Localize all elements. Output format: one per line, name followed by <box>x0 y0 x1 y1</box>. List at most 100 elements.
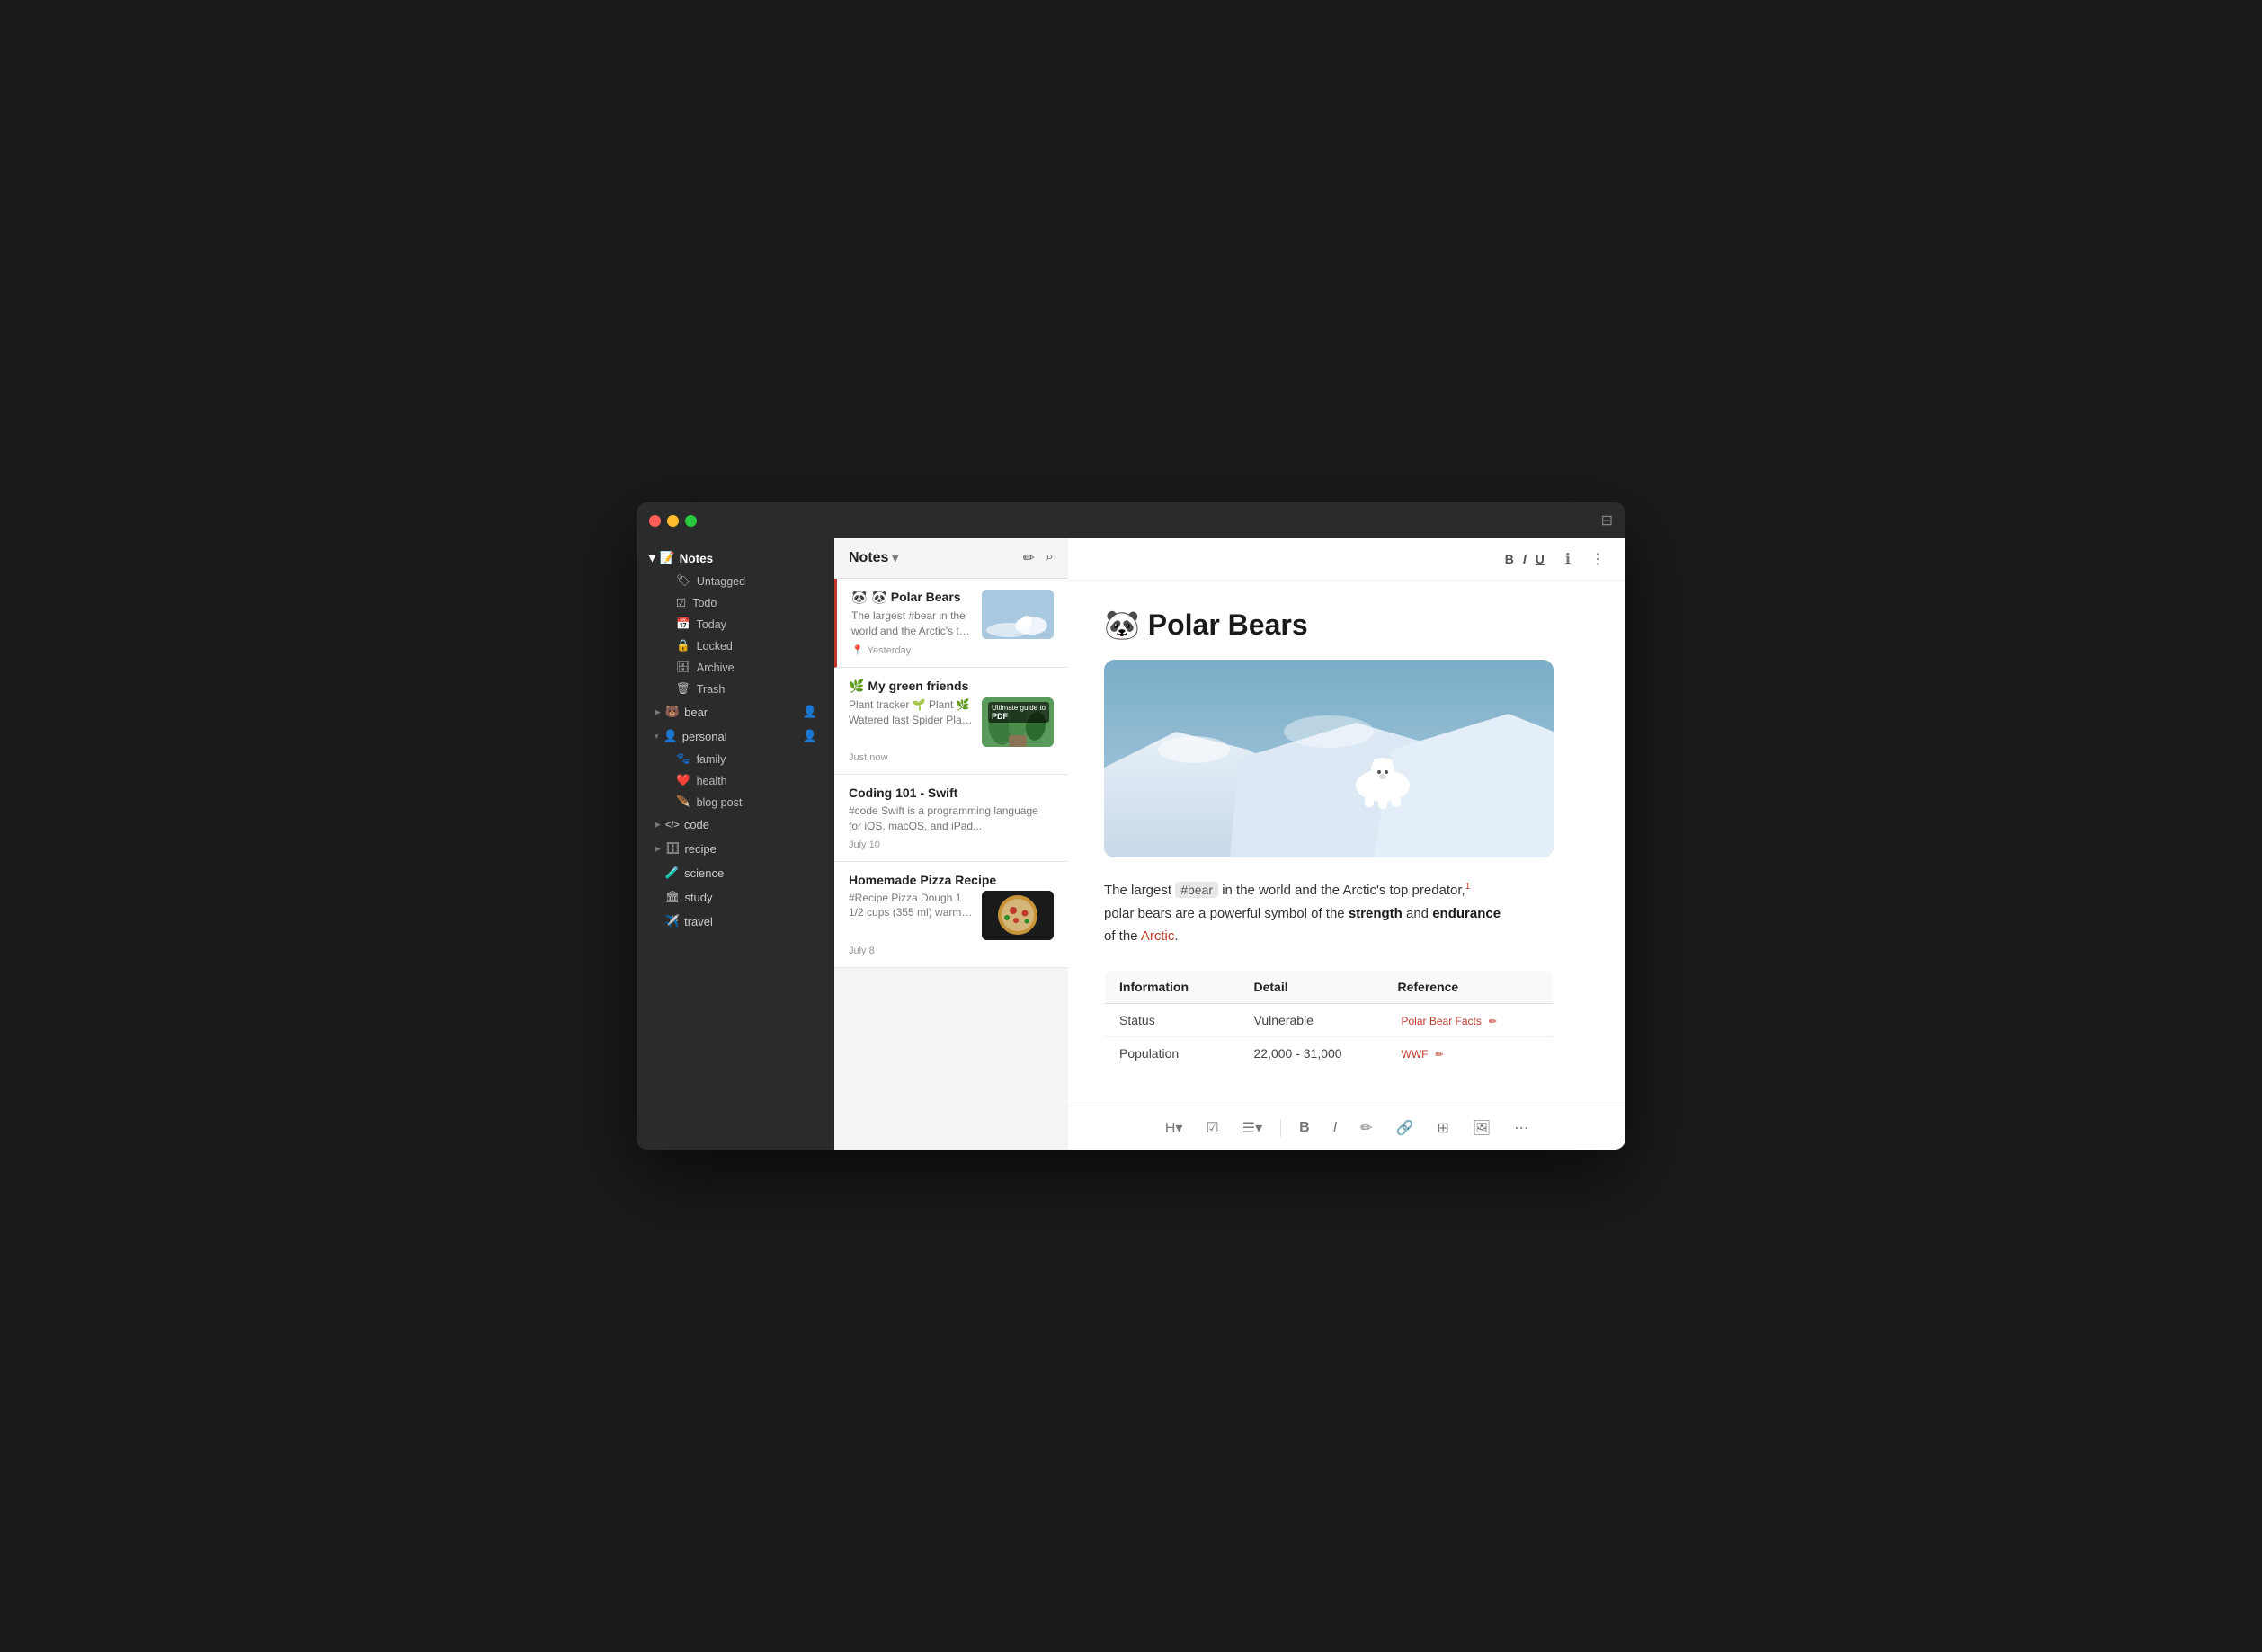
table-header-reference: Reference <box>1384 970 1554 1003</box>
note-item-date: July 10 <box>849 839 1054 850</box>
bold-format-btn[interactable]: B <box>1501 550 1518 568</box>
polar-bear-thumbnail-svg <box>982 590 1054 639</box>
note-item-date: July 8 <box>849 946 1054 956</box>
sidebar-group-science[interactable]: ▶ 🧪 science <box>642 861 828 884</box>
pdf-overlay: Ultimate guide to PDF <box>988 702 1049 723</box>
note-item-preview: The largest #bear in the world and the A… <box>851 608 973 639</box>
sidebar: ▾ 📝 Notes 🏷 Untagged ☑ Todo 📅 Today 🔒 Lo… <box>637 538 834 1150</box>
sidebar-item-trash[interactable]: 🗑 Trash <box>642 679 828 699</box>
table-cell-info-1: Population <box>1105 1036 1240 1070</box>
note-item-date: Just now <box>849 752 1054 763</box>
search-button[interactable]: ⌕ <box>1046 549 1054 567</box>
sidebar-item-untagged[interactable]: 🏷 Untagged <box>642 571 828 591</box>
more-tools-button[interactable]: ⋯ <box>1509 1115 1534 1141</box>
list-button[interactable]: ☰▾ <box>1237 1115 1268 1141</box>
title-bar: ⊟ <box>637 502 1625 538</box>
body-line3-before: of the <box>1104 928 1141 944</box>
chevron-right-icon2: ▶ <box>655 820 661 830</box>
note-thumbnail <box>982 590 1054 639</box>
tag-icon: 🏷 <box>676 574 690 588</box>
close-button[interactable] <box>649 515 661 527</box>
link-button[interactable]: 🔗 <box>1391 1115 1420 1141</box>
sidebar-item-today[interactable]: 📅 Today <box>642 614 828 635</box>
sidebar-item-archive[interactable]: 🗄 Archive <box>642 657 828 678</box>
recipe-icon: 🗄 <box>665 841 681 856</box>
personal-icon: 👤 <box>663 729 678 743</box>
image-button[interactable]: 🖼 <box>1467 1115 1496 1141</box>
sidebar-group-code[interactable]: ▶ </> code <box>642 813 828 836</box>
chevron-right-icon: ▶ <box>655 707 661 717</box>
sidebar-item-locked[interactable]: 🔒 Locked <box>642 635 828 656</box>
highlight-button[interactable]: ✏ <box>1355 1115 1377 1141</box>
sidebar-notes-header[interactable]: ▾ 📝 Notes <box>642 546 828 570</box>
bold-button[interactable]: B <box>1294 1116 1315 1140</box>
table-cell-detail-1: 22,000 - 31,000 <box>1240 1036 1384 1070</box>
maximize-button[interactable] <box>685 515 697 527</box>
table-row: Population 22,000 - 31,000 WWF ✏ <box>1105 1036 1554 1070</box>
superscript: 1 <box>1465 882 1471 892</box>
italic-button[interactable]: I <box>1328 1116 1342 1140</box>
table-cell-ref-1[interactable]: WWF ✏ <box>1384 1036 1554 1070</box>
editor-bottom-toolbar: H▾ ☑ ☰▾ B I ✏ 🔗 <box>1068 1106 1625 1150</box>
heading-button[interactable]: H▾ <box>1160 1115 1189 1141</box>
sidebar-group-recipe[interactable]: ▶ 🗄 recipe <box>642 837 828 860</box>
sidebar-group-travel[interactable]: ▶ ✈️ travel <box>642 910 828 933</box>
body-text-after: in the world and the Arctic's top predat… <box>1218 883 1465 898</box>
info-button[interactable]: ℹ <box>1563 547 1573 571</box>
editor-content[interactable]: 🐼 Polar Bears <box>1068 581 1625 1106</box>
table-header-detail: Detail <box>1240 970 1384 1003</box>
sidebar-item-label: Locked <box>697 640 733 653</box>
strong-endurance: endurance <box>1432 906 1501 921</box>
traffic-lights <box>649 515 697 527</box>
archive-icon: 🗄 <box>676 661 690 674</box>
arctic-link[interactable]: Arctic <box>1141 928 1175 944</box>
note-list-title-text: Notes <box>849 550 888 566</box>
more-options-button[interactable]: ⋮ <box>1588 547 1607 571</box>
sidebar-item-label: Trash <box>697 683 726 696</box>
group-recipe-label: recipe <box>684 842 716 856</box>
note-item-coding[interactable]: Coding 101 - Swift #code Swift is a prog… <box>834 775 1068 862</box>
group-travel-label: travel <box>684 915 713 928</box>
chevron-down-icon: ▾ <box>649 551 655 565</box>
body-text-before: The largest <box>1104 883 1175 898</box>
note-item-green-friends[interactable]: 🌿 My green friends Plant tracker 🌱 Plant… <box>834 668 1068 775</box>
editor-panel: B I U ℹ ⋮ 🐼 Polar Bears <box>1068 538 1625 1150</box>
group-study-label: study <box>684 891 712 904</box>
sidebar-item-health[interactable]: ❤️ health <box>642 770 828 791</box>
note-item-title: 🐼 🐼 Polar Bears <box>851 590 973 605</box>
sidebar-item-todo[interactable]: ☑ Todo <box>642 592 828 613</box>
add-personal-icon[interactable]: 👤 <box>803 729 817 743</box>
body-between: and <box>1403 906 1432 921</box>
sidebar-item-family[interactable]: 🐾 family <box>642 749 828 769</box>
strong-strength: strength <box>1349 906 1403 921</box>
tag-highlight[interactable]: #bear <box>1175 882 1218 898</box>
note-item-polar-bears[interactable]: 🐼 🐼 Polar Bears The largest #bear in the… <box>834 579 1068 668</box>
compose-button[interactable]: ✏ <box>1023 549 1035 567</box>
sidebar-group-bear[interactable]: ▶ 🐻 bear 👤 <box>642 700 828 724</box>
table-button[interactable]: ⊞ <box>1431 1115 1454 1141</box>
note-item-pizza[interactable]: Homemade Pizza Recipe #Recipe Pizza Doug… <box>834 862 1068 968</box>
sidebar-group-personal[interactable]: ▾ 👤 personal 👤 <box>642 724 828 748</box>
blog-post-label: blog post <box>697 796 743 809</box>
science-icon: 🧪 <box>665 866 680 880</box>
lock-icon: 🔒 <box>676 639 690 653</box>
table-cell-ref-0[interactable]: Polar Bear Facts ✏ <box>1384 1003 1554 1036</box>
minimize-button[interactable] <box>667 515 679 527</box>
note-list-dropdown-arrow[interactable]: ▾ <box>892 551 898 565</box>
group-bear-label: bear <box>684 706 708 719</box>
sidebar-item-blog-post[interactable]: 🪶 blog post <box>642 792 828 813</box>
add-group-icon[interactable]: 👤 <box>803 705 817 719</box>
edit-ref-icon: ✏ <box>1489 1017 1497 1027</box>
sidebar-group-study[interactable]: ▶ 🏛 study <box>642 885 828 909</box>
note-item-date: 📍 Yesterday <box>851 644 1054 656</box>
feather-icon: 🪶 <box>676 795 690 809</box>
note-item-preview: #Recipe Pizza Dough 1 1/2 cups (355 ml) … <box>849 891 973 921</box>
checkbox-button[interactable]: ☑ <box>1200 1115 1224 1141</box>
underline-format-btn[interactable]: U <box>1532 550 1548 568</box>
notes-icon: 📝 <box>660 551 675 565</box>
title-bar-controls: ⊟ <box>1601 511 1613 529</box>
italic-format-btn[interactable]: I <box>1519 550 1530 568</box>
sliders-icon[interactable]: ⊟ <box>1601 513 1613 528</box>
sidebar-item-label: Archive <box>697 662 735 674</box>
sidebar-item-label: Todo <box>692 597 717 609</box>
